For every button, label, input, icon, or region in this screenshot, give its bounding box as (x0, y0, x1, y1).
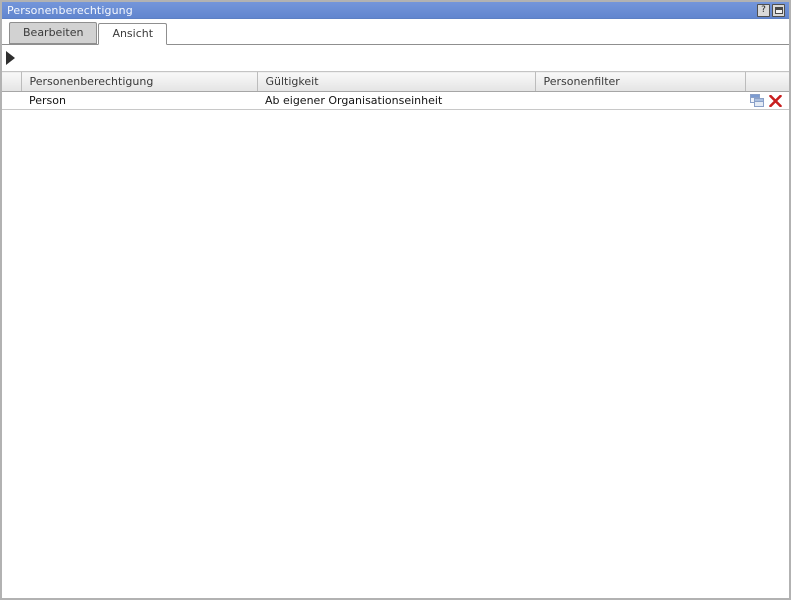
tab-ansicht[interactable]: Ansicht (98, 23, 167, 45)
window-restore-icon (775, 7, 783, 14)
delete-x-icon (769, 95, 782, 107)
cell-personenfilter (535, 92, 745, 110)
cascade-windows-icon (750, 94, 764, 107)
header-personenfilter[interactable]: Personenfilter (535, 72, 745, 92)
window-titlebar: Personenberechtigung ? (2, 2, 789, 19)
row-selector-cell (2, 92, 21, 110)
header-row-selector (2, 72, 21, 92)
window-restore-button[interactable] (772, 4, 785, 17)
header-personenberechtigung[interactable]: Personenberechtigung (21, 72, 257, 92)
toolbar (2, 45, 789, 71)
tab-bearbeiten[interactable]: Bearbeiten (9, 22, 97, 44)
question-mark-icon: ? (761, 6, 766, 15)
table-row[interactable]: Person Ab eigener Organisationseinheit (2, 92, 789, 110)
help-button[interactable]: ? (757, 4, 770, 17)
expander-right-triangle-icon[interactable] (6, 51, 15, 65)
personenberechtigung-window: Personenberechtigung ? Bearbeiten Ansich… (0, 0, 791, 600)
cell-gueltigkeit: Ab eigener Organisationseinheit (257, 92, 535, 110)
header-actions (745, 72, 789, 92)
edit-row-button[interactable] (749, 94, 764, 108)
table-header-row: Personenberechtigung Gültigkeit Personen… (2, 72, 789, 92)
empty-content-area (2, 110, 789, 598)
cell-personenberechtigung: Person (21, 92, 257, 110)
titlebar-buttons: ? (757, 4, 785, 17)
delete-row-button[interactable] (768, 94, 783, 108)
window-title: Personenberechtigung (7, 4, 133, 17)
tab-bar: Bearbeiten Ansicht (2, 19, 789, 45)
permissions-table: Personenberechtigung Gültigkeit Personen… (2, 71, 789, 110)
cell-actions (745, 92, 789, 110)
header-gueltigkeit[interactable]: Gültigkeit (257, 72, 535, 92)
